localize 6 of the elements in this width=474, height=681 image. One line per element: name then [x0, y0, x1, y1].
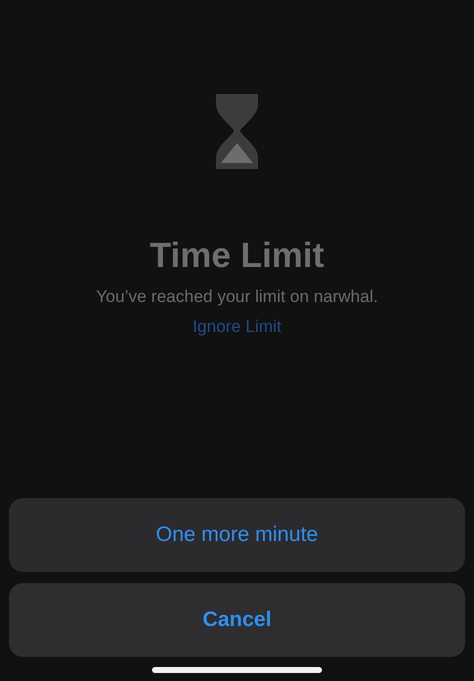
- ignore-limit-link[interactable]: Ignore Limit: [192, 314, 282, 340]
- action-button[interactable]: One more minute: [9, 498, 465, 572]
- hourglass-icon: [214, 94, 260, 169]
- alert-message: You’ve reached your limit on narwhal.: [96, 286, 378, 308]
- cancel-button[interactable]: Cancel: [9, 583, 465, 657]
- alert-title: Time Limit: [150, 237, 324, 276]
